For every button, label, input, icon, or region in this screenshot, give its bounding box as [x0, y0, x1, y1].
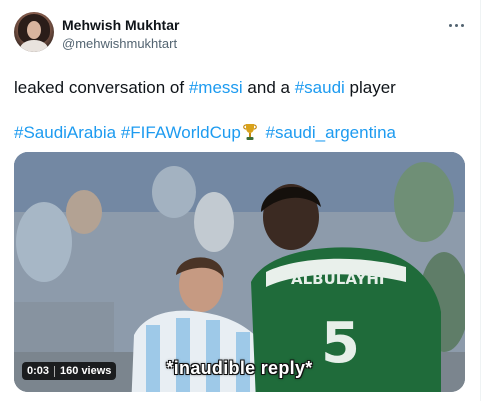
video-stats-badge: 0:03 160 views — [22, 362, 117, 380]
hashtag-saudi[interactable]: #saudi — [295, 78, 345, 97]
display-name[interactable]: Mehwish Mukhtar — [62, 17, 179, 33]
hashtag-messi[interactable]: #messi — [189, 78, 243, 97]
more-options-icon[interactable] — [448, 23, 466, 29]
video-player[interactable]: ALBULAYHI 5 *inaudible reply* 0:03 160 v… — [14, 152, 465, 392]
tweet-text-segment: player — [344, 78, 396, 97]
tweet-text-segment: and a — [242, 78, 295, 97]
tweet-card[interactable]: Mehwish Mukhtar @mehwishmukhtart leaked … — [0, 0, 481, 401]
avatar[interactable] — [14, 12, 54, 52]
tweet-text-segment: leaked conversation of — [14, 78, 189, 97]
jersey-name: ALBULAYHI — [291, 270, 385, 288]
video-time: 0:03 — [27, 365, 50, 377]
hashtag-fifaworldcup[interactable]: #FIFAWorldCup — [121, 123, 241, 142]
trophy-icon — [242, 124, 257, 140]
user-handle[interactable]: @mehwishmukhtart — [62, 36, 177, 51]
tweet-text-line-2: #SaudiArabia #FIFAWorldCup #saudi_argent… — [14, 120, 396, 144]
hashtag-saudiarabia[interactable]: #SaudiArabia — [14, 123, 116, 142]
hashtag-saudi-argentina[interactable]: #saudi_argentina — [266, 123, 396, 142]
tweet-text-line-1: leaked conversation of #messi and a #sau… — [14, 77, 396, 99]
video-views: 160 views — [60, 365, 112, 377]
